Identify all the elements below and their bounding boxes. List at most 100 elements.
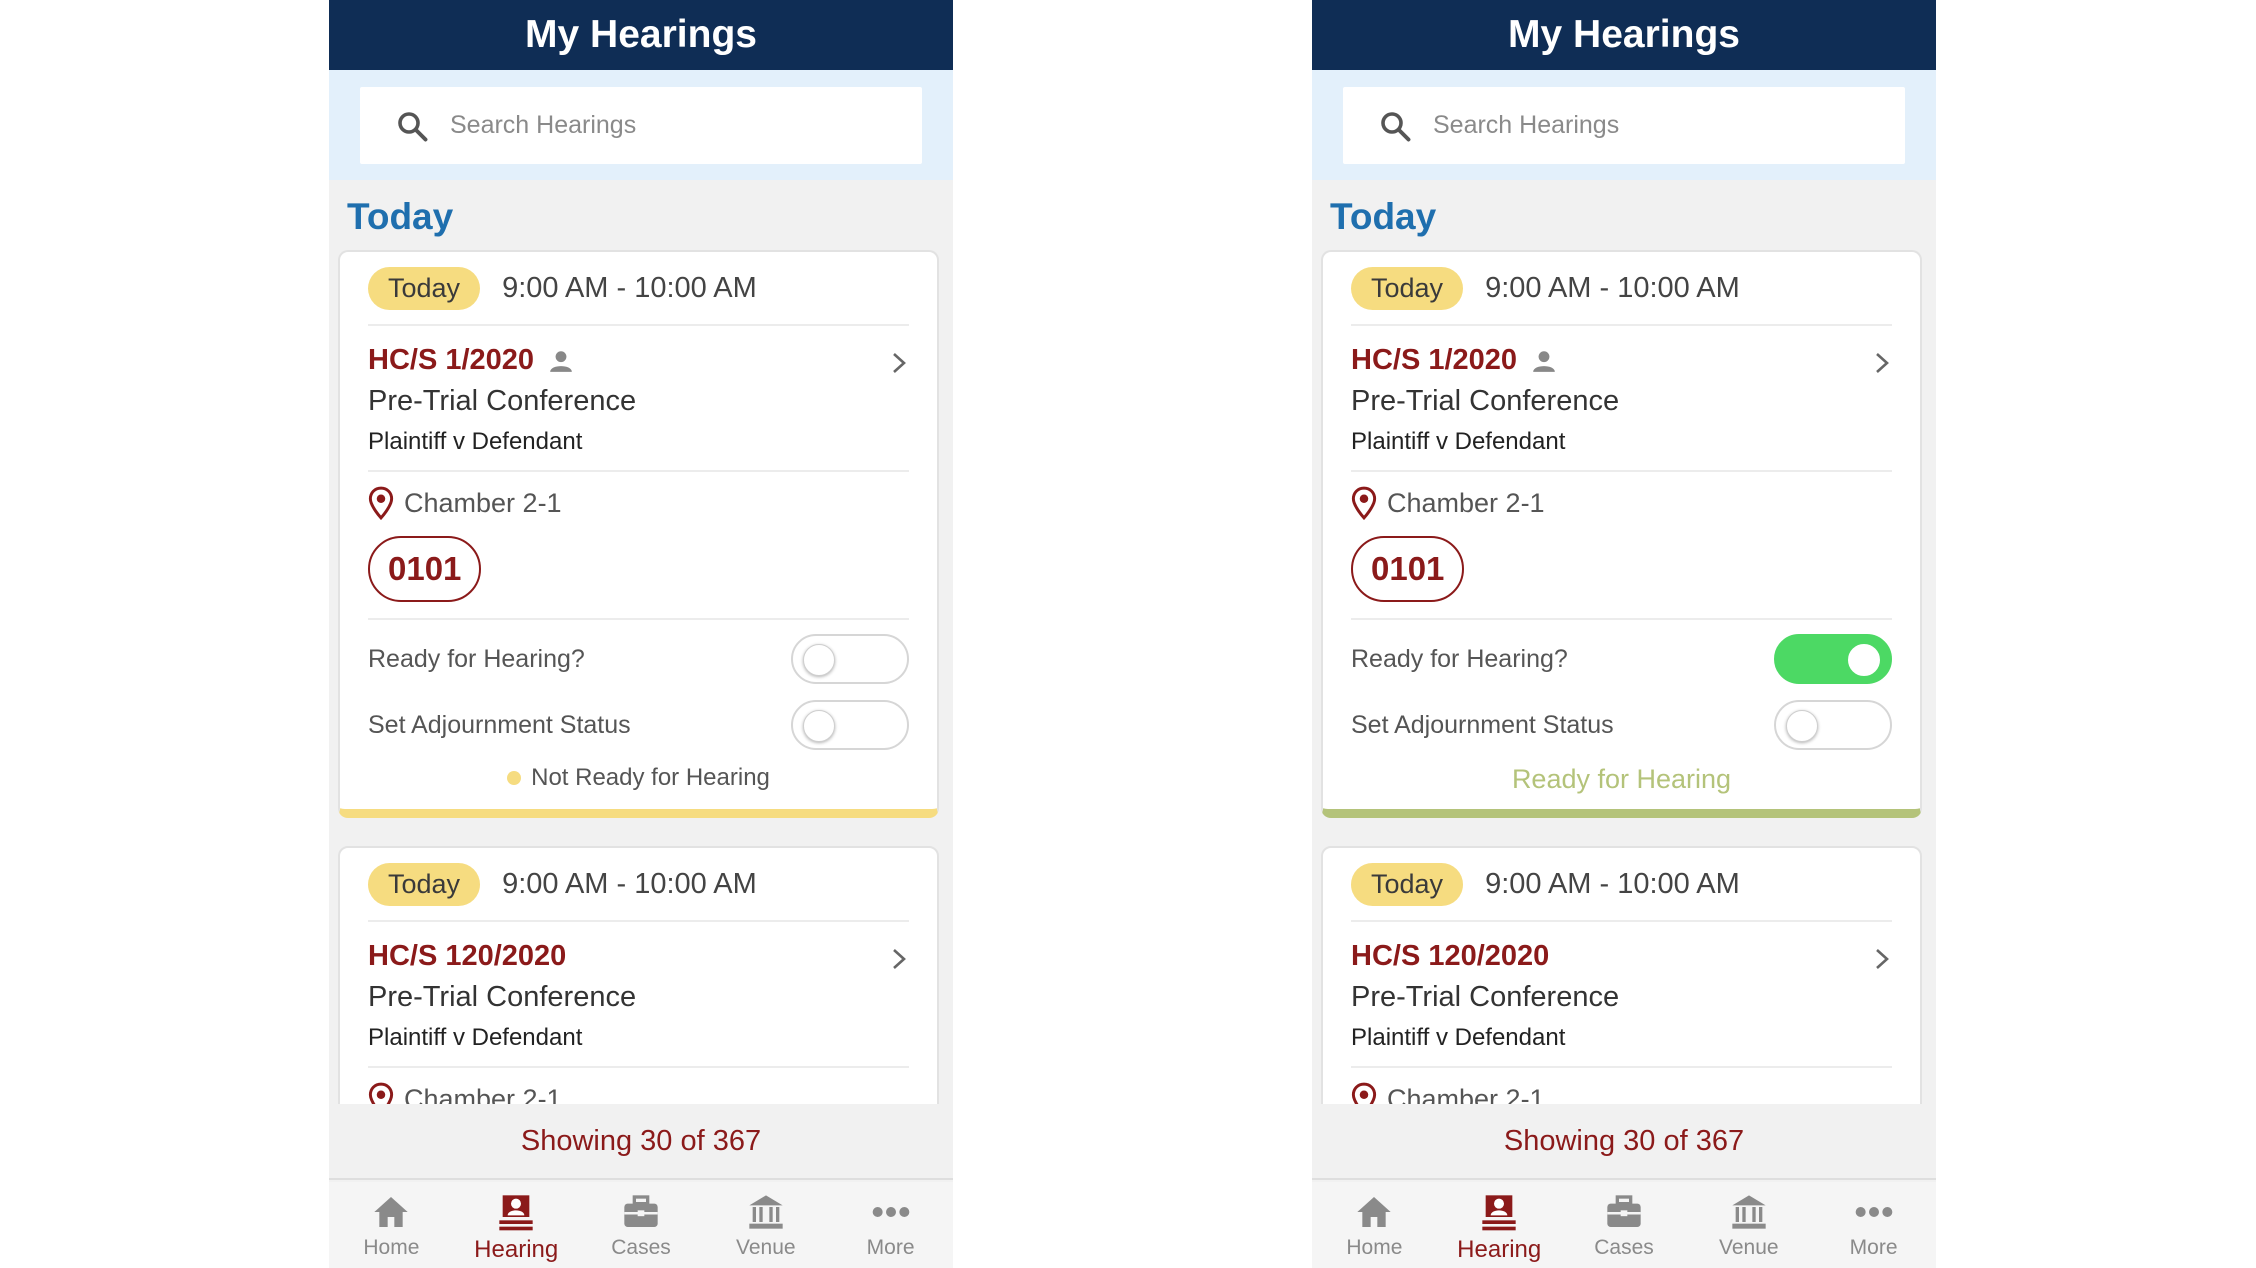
case-details-link[interactable]: HC/S 1/2020 Pre-Trial Conference Plainti… <box>1351 326 1892 472</box>
tab-venue[interactable]: Venue <box>1686 1182 1811 1268</box>
bottom-tab-bar: Home Hearing Cases Venue More <box>1312 1182 1936 1268</box>
date-badge: Today <box>368 862 481 906</box>
search-icon <box>1381 111 1411 141</box>
adjournment-row: Set Adjournment Status <box>368 692 909 758</box>
location-row: Chamber 2-1 <box>368 486 909 520</box>
ready-row: Ready for Hearing? <box>1351 626 1892 692</box>
tab-home-label: Home <box>363 1236 420 1259</box>
hearing-card: Today 9:00 AM - 10:00 AM HC/S 120/2020 P… <box>1321 846 1922 1146</box>
tab-more-label: More <box>1849 1236 1898 1259</box>
case-number-row: HC/S 1/2020 <box>1351 344 1892 377</box>
location-block: Chamber 2-1 0101 <box>1351 472 1892 620</box>
hearing-time: 9:00 AM - 10:00 AM <box>1485 271 1740 304</box>
case-number: HC/S 1/2020 <box>1351 344 1518 376</box>
tab-venue-label: Venue <box>736 1236 796 1259</box>
adjournment-toggle[interactable] <box>1774 700 1892 750</box>
tab-home[interactable]: Home <box>1312 1182 1437 1268</box>
ready-label: Ready for Hearing? <box>368 644 585 673</box>
case-type: Pre-Trial Conference <box>1351 981 1620 1013</box>
location-name: Chamber 2-1 <box>1387 487 1545 518</box>
adjournment-toggle[interactable] <box>791 700 909 750</box>
tab-cases[interactable]: Cases <box>1562 1182 1687 1268</box>
case-details-link[interactable]: HC/S 1/2020 Pre-Trial Conference Plainti… <box>368 326 909 472</box>
courthouse-icon <box>749 1195 783 1229</box>
app-header: My Hearings <box>1312 0 1936 70</box>
page-title: My Hearings <box>525 13 757 56</box>
section-title-today: Today <box>347 196 454 237</box>
location-name: Chamber 2-1 <box>404 487 562 518</box>
chevron-right-icon[interactable] <box>1872 944 1892 974</box>
toggle-knob <box>803 644 835 676</box>
case-number: HC/S 120/2020 <box>368 940 567 972</box>
hearing-card: Today 9:00 AM - 10:00 AM HC/S 1/2020 Pre… <box>338 250 939 818</box>
tab-cases-label: Cases <box>1594 1236 1654 1259</box>
case-parties: Plaintiff v Defendant <box>1351 428 1566 455</box>
case-number: HC/S 1/2020 <box>368 344 535 376</box>
tab-home[interactable]: Home <box>329 1182 454 1268</box>
case-type: Pre-Trial Conference <box>368 981 637 1013</box>
hearing-status: Ready for Hearing <box>1323 764 1920 795</box>
toggle-knob <box>1786 710 1818 742</box>
tab-more-label: More <box>866 1236 915 1259</box>
search-input[interactable] <box>1433 111 1905 140</box>
date-badge: Today <box>1351 266 1464 310</box>
chevron-right-icon[interactable] <box>889 944 909 974</box>
tab-more[interactable]: More <box>828 1182 953 1268</box>
hearing-card: Today 9:00 AM - 10:00 AM HC/S 1/2020 Pre… <box>1321 250 1922 818</box>
courthouse-icon <box>1732 1195 1766 1229</box>
case-parties: Plaintiff v Defendant <box>1351 1024 1566 1051</box>
room-badge: 0101 <box>1351 536 1465 602</box>
person-icon <box>1533 350 1555 372</box>
case-details-link[interactable]: HC/S 120/2020 Pre-Trial Conference Plain… <box>368 922 909 1068</box>
bottom-tab-bar: Home Hearing Cases Venue More <box>329 1182 953 1268</box>
ready-toggle[interactable] <box>1774 634 1892 684</box>
case-type: Pre-Trial Conference <box>1351 385 1620 417</box>
search-box[interactable] <box>360 87 922 164</box>
tab-hearing[interactable]: Hearing <box>454 1182 579 1268</box>
search-bar <box>329 70 953 180</box>
chevron-right-icon[interactable] <box>1872 348 1892 378</box>
chevron-right-icon[interactable] <box>889 348 909 378</box>
ready-row: Ready for Hearing? <box>368 626 909 692</box>
case-type: Pre-Trial Conference <box>368 385 637 417</box>
status-text: Ready for Hearing <box>1511 764 1732 794</box>
location-block: Chamber 2-1 0101 <box>368 472 909 620</box>
hearing-date-row: Today 9:00 AM - 10:00 AM <box>1351 848 1892 922</box>
tab-venue-label: Venue <box>1719 1236 1779 1259</box>
page-title: My Hearings <box>1508 13 1740 56</box>
case-number: HC/S 120/2020 <box>1351 940 1550 972</box>
hearing-time: 9:00 AM - 10:00 AM <box>1485 867 1740 900</box>
ready-label: Ready for Hearing? <box>1351 644 1568 673</box>
hearing-date-row: Today 9:00 AM - 10:00 AM <box>368 252 909 326</box>
tab-hearing[interactable]: Hearing <box>1437 1182 1562 1268</box>
tab-more[interactable]: More <box>1811 1182 1936 1268</box>
case-number-row: HC/S 1/2020 <box>368 344 909 377</box>
briefcase-icon <box>624 1195 658 1227</box>
location-pin-icon <box>368 486 394 520</box>
tab-venue[interactable]: Venue <box>703 1182 828 1268</box>
search-box[interactable] <box>1343 87 1905 164</box>
toggle-knob <box>1848 644 1880 676</box>
tab-cases[interactable]: Cases <box>579 1182 704 1268</box>
location-row: Chamber 2-1 <box>1351 486 1892 520</box>
hearing-status: Not Ready for Hearing <box>340 764 937 792</box>
home-icon <box>1357 1197 1392 1227</box>
hearing-time: 9:00 AM - 10:00 AM <box>502 271 757 304</box>
ready-toggle[interactable] <box>791 634 909 684</box>
adjournment-label: Set Adjournment Status <box>368 710 631 739</box>
adjournment-label: Set Adjournment Status <box>1351 710 1614 739</box>
date-badge: Today <box>368 266 481 310</box>
briefcase-icon <box>1607 1195 1641 1227</box>
status-text: Not Ready for Hearing <box>531 764 770 791</box>
location-pin-icon <box>1351 486 1377 520</box>
more-dots-icon <box>872 1207 909 1217</box>
tab-cases-label: Cases <box>611 1236 671 1259</box>
search-input[interactable] <box>450 111 922 140</box>
case-details-link[interactable]: HC/S 120/2020 Pre-Trial Conference Plain… <box>1351 922 1892 1068</box>
results-count: Showing 30 of 367 <box>329 1104 953 1180</box>
tab-home-label: Home <box>1346 1236 1403 1259</box>
hearing-card: Today 9:00 AM - 10:00 AM HC/S 120/2020 P… <box>338 846 939 1146</box>
status-dot-icon <box>507 771 522 785</box>
person-icon <box>550 350 572 372</box>
hearing-date-row: Today 9:00 AM - 10:00 AM <box>368 848 909 922</box>
